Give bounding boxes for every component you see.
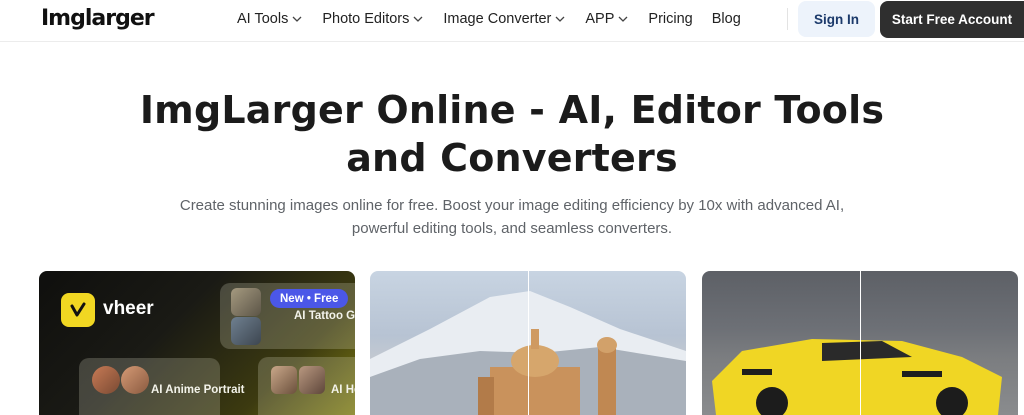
sign-in-button[interactable]: Sign In xyxy=(798,1,875,37)
anime-portrait-thumbnail xyxy=(121,366,149,394)
nav-links: AI Tools Photo Editors Image Converter A… xyxy=(237,0,760,38)
tattoo-thumbnail xyxy=(231,317,261,345)
nav-blog-label: Blog xyxy=(711,11,741,27)
chevron-down-icon xyxy=(412,13,424,25)
brand-logo[interactable]: Imglarger xyxy=(41,6,155,31)
vheer-promo-card[interactable]: vheer New • Free AI Tattoo Ge AI Anime P… xyxy=(39,271,355,415)
top-navbar: Imglarger AI Tools Photo Editors Image C… xyxy=(0,0,1024,42)
nav-photo-editors-label: Photo Editors xyxy=(322,11,410,27)
page-title: ImgLarger Online - AI, Editor Tools and … xyxy=(0,86,1024,182)
ai-tattoo-label: AI Tattoo Ge xyxy=(294,310,355,322)
chevron-down-icon xyxy=(554,13,566,25)
vheer-logo-icon xyxy=(61,293,95,327)
nav-pricing[interactable]: Pricing xyxy=(648,11,692,27)
nav-app-label: APP xyxy=(585,11,615,27)
nav-ai-tools-label: AI Tools xyxy=(237,11,289,27)
page-subtitle-line1: Create stunning images online for free. … xyxy=(179,197,845,214)
nav-image-converter[interactable]: Image Converter xyxy=(443,11,566,27)
page-subtitle-line2: powerful editing tools, and seamless con… xyxy=(351,219,673,237)
nav-pricing-label: Pricing xyxy=(648,11,693,27)
page-title-line2: and Converters xyxy=(346,136,678,180)
vheer-brand-name: vheer xyxy=(103,298,154,319)
tattoo-thumbnail xyxy=(231,288,261,316)
ai-anime-portrait-label: AI Anime Portrait xyxy=(151,384,245,396)
nav-ai-tools[interactable]: AI Tools xyxy=(237,11,303,27)
comparison-divider[interactable] xyxy=(860,271,861,415)
page-title-line1: ImgLarger Online - AI, Editor Tools xyxy=(139,88,885,132)
nav-photo-editors[interactable]: Photo Editors xyxy=(322,11,424,27)
nav-image-converter-label: Image Converter xyxy=(443,11,552,27)
new-free-badge: New • Free xyxy=(270,289,349,308)
start-free-account-button[interactable]: Start Free Account xyxy=(880,1,1024,38)
nav-divider xyxy=(787,8,788,30)
comparison-divider[interactable] xyxy=(528,271,529,415)
image-enhance-comparison-card[interactable] xyxy=(370,271,686,415)
chevron-down-icon xyxy=(291,13,303,25)
car-comparison-card[interactable] xyxy=(702,271,1018,415)
headshot-thumbnail xyxy=(299,366,325,394)
nav-app[interactable]: APP xyxy=(585,11,629,27)
nav-blog[interactable]: Blog xyxy=(712,11,741,27)
anime-portrait-thumbnail xyxy=(92,366,120,394)
chevron-down-icon xyxy=(617,13,629,25)
ai-headshot-label: AI He xyxy=(331,384,355,396)
page-subtitle: Create stunning images online for free. … xyxy=(0,195,1024,240)
headshot-thumbnail xyxy=(271,366,297,394)
